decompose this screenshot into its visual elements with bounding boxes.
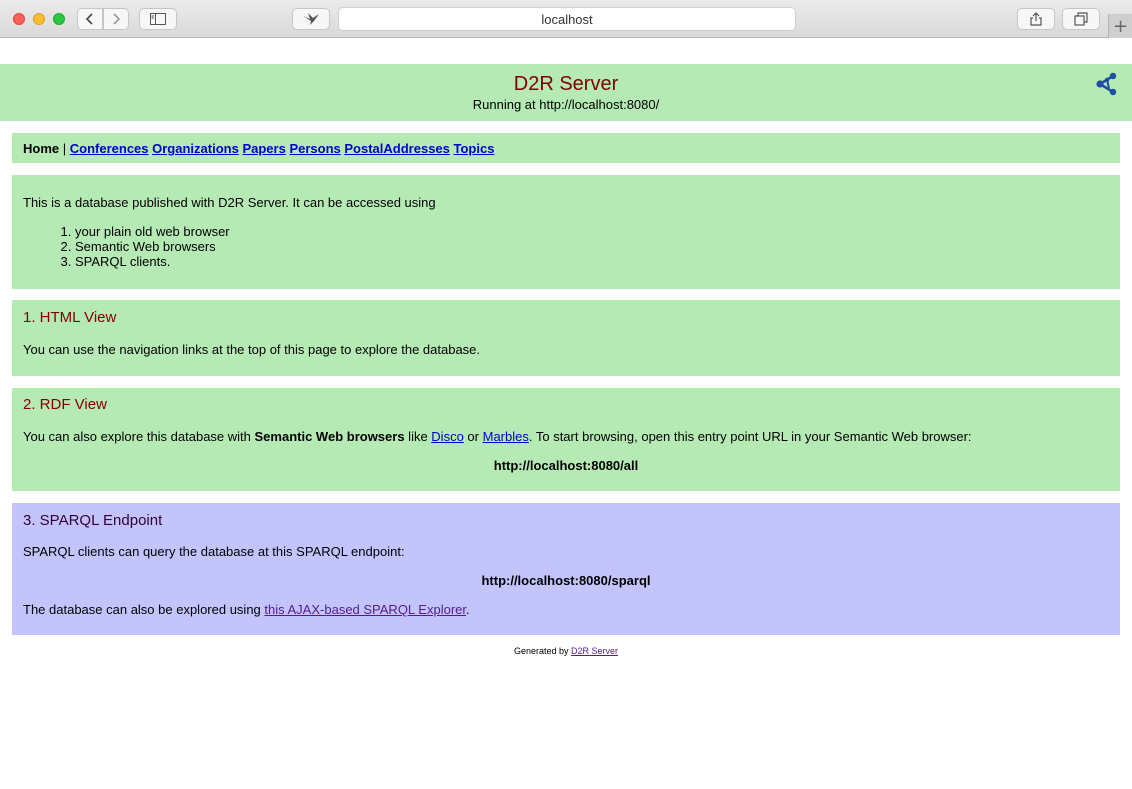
plus-icon: +: [1112, 15, 1129, 37]
browser-toolbar: localhost +: [0, 0, 1132, 38]
disco-link[interactable]: Disco: [431, 429, 464, 444]
address-bar[interactable]: localhost: [338, 7, 796, 31]
nav-link-persons[interactable]: Persons: [289, 141, 340, 156]
bird-icon: [303, 13, 319, 25]
explorer-text-before: The database can also be explored using: [23, 602, 265, 617]
minimize-window-button[interactable]: [33, 13, 45, 25]
html-view-text: You can use the navigation links at the …: [23, 342, 481, 357]
page-banner: D2R Server Running at http://localhost:8…: [0, 64, 1132, 121]
list-item: Semantic Web browsers: [75, 239, 1109, 254]
nav-link-conferences[interactable]: Conferences: [70, 141, 149, 156]
nav-separator: |: [62, 141, 67, 156]
access-methods-list: your plain old web browser Semantic Web …: [23, 224, 1109, 269]
rdf-bold-text: Semantic Web browsers: [254, 429, 405, 444]
entry-point-url: http://localhost:8080/all: [493, 458, 639, 473]
sidebar-icon: [150, 13, 166, 25]
nav-link-postaladdresses[interactable]: PostalAddresses: [344, 141, 450, 156]
share-button[interactable]: [1017, 8, 1055, 30]
sparql-explorer-link[interactable]: this AJAX-based SPARQL Explorer: [264, 602, 466, 617]
list-item: SPARQL clients.: [75, 254, 1109, 269]
share-icon: [1030, 12, 1042, 26]
html-view-heading: 1. HTML View: [23, 309, 117, 326]
rdf-view-heading: 2. RDF View: [23, 396, 107, 413]
address-bar-text: localhost: [541, 11, 593, 27]
sparql-endpoint-url: http://localhost:8080/sparql: [481, 573, 651, 588]
close-window-button[interactable]: [13, 13, 25, 25]
sidebar-button[interactable]: [139, 8, 177, 30]
list-item: your plain old web browser: [75, 224, 1109, 239]
rdf-text-or: or: [463, 429, 483, 444]
rdf-view-section: 2. RDF View You can also explore this da…: [12, 388, 1120, 491]
class-navigation: Home | Conferences Organizations Papers …: [12, 133, 1120, 163]
explorer-text-after: .: [466, 602, 470, 617]
page-subtitle: Running at http://localhost:8080/: [472, 97, 660, 112]
rdf-text-like: like: [404, 429, 432, 444]
sparql-explorer-text: The database can also be explored using …: [23, 602, 1109, 617]
html-view-section: 1. HTML View You can use the navigation …: [12, 300, 1120, 376]
sparql-section: 3. SPARQL Endpoint SPARQL clients can qu…: [12, 503, 1120, 635]
chevron-left-icon: [85, 13, 93, 25]
tabs-overview-button[interactable]: [1062, 8, 1100, 30]
nav-link-papers[interactable]: Papers: [242, 141, 285, 156]
rdf-text-before: You can also explore this database with: [23, 429, 255, 444]
nav-link-organizations[interactable]: Organizations: [152, 141, 239, 156]
intro-section: This is a database published with D2R Se…: [12, 175, 1120, 289]
rdf-text-after: . To start browsing, open this entry poi…: [528, 429, 972, 444]
page-footer: Generated by D2R Server: [0, 646, 1132, 656]
rdf-view-text: You can also explore this database with …: [23, 429, 1109, 444]
new-tab-button[interactable]: +: [1108, 14, 1132, 38]
marbles-link[interactable]: Marbles: [483, 429, 529, 444]
page-title: D2R Server: [513, 73, 619, 95]
rdf-share-icon[interactable]: [1095, 72, 1119, 96]
footer-text: Generated by: [513, 646, 572, 656]
sparql-text: SPARQL clients can query the database at…: [23, 544, 405, 559]
forward-button[interactable]: [103, 8, 129, 30]
back-button[interactable]: [77, 8, 103, 30]
nav-link-topics[interactable]: Topics: [454, 141, 495, 156]
sparql-heading: 3. SPARQL Endpoint: [23, 512, 163, 529]
footer-d2r-link[interactable]: D2R Server: [571, 646, 618, 656]
chevron-right-icon: [113, 13, 121, 25]
zoom-window-button[interactable]: [53, 13, 65, 25]
extension-button[interactable]: [292, 8, 330, 30]
tabs-icon: [1074, 12, 1088, 26]
nav-home: Home: [23, 141, 60, 156]
intro-text: This is a database published with D2R Se…: [23, 195, 436, 210]
